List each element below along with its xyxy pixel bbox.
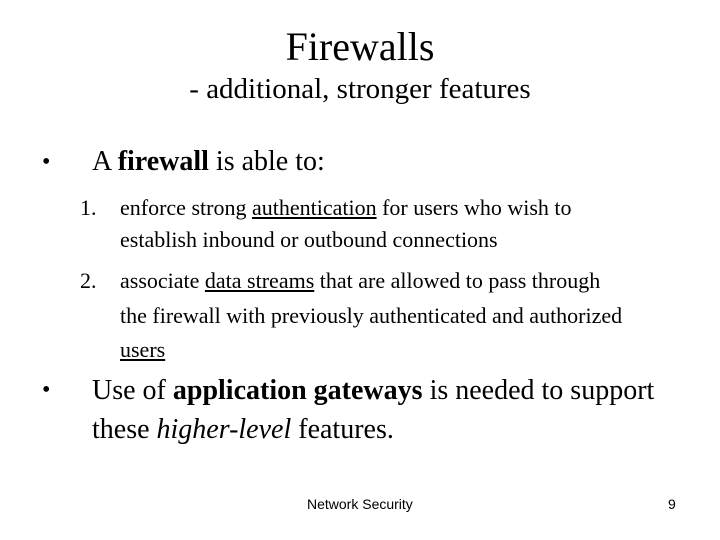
emphasis-higher-level: higher-level — [156, 414, 292, 445]
text-run: is needed to support — [422, 375, 655, 406]
slide-title: Firewalls — [285, 24, 435, 69]
bullet-icon: • — [42, 149, 51, 175]
bullet-text: these higher-level features. — [92, 414, 394, 446]
text-run: the firewall with previously authenticat… — [120, 303, 623, 328]
item-line: users — [120, 337, 165, 363]
text-run: Use of — [92, 375, 173, 406]
footer-text: Network Security — [307, 496, 413, 512]
slide-subtitle: - additional, stronger features — [189, 73, 531, 105]
emphasis-firewall: firewall — [117, 146, 209, 177]
page-number: 9 — [668, 496, 676, 512]
text-run: features. — [291, 414, 394, 445]
item-line: establish inbound or outbound connection… — [120, 227, 498, 253]
item-number: 1. — [80, 195, 97, 220]
text-run: establish inbound or outbound connection… — [120, 227, 498, 252]
text-run: is able to: — [208, 146, 325, 177]
underlined-users: users — [120, 337, 166, 362]
text-run: associate — [120, 268, 205, 293]
bullet-icon: • — [42, 377, 51, 403]
underlined-authentication: authentication — [251, 195, 377, 220]
text-run: for users who wish to — [376, 195, 572, 220]
bullet-text: Use of application gateways is needed to… — [92, 375, 654, 407]
text-run: enforce strong — [120, 195, 252, 220]
item-line: associate data streams that are allowed … — [120, 268, 600, 294]
item-number: 2. — [80, 268, 97, 293]
text-run: these — [92, 414, 157, 445]
item-line: the firewall with previously authenticat… — [120, 303, 622, 329]
bullet-text: A firewall is able to: — [92, 146, 325, 178]
text-run: A — [92, 146, 118, 177]
text-run: that are allowed to pass through — [314, 268, 601, 293]
emphasis-application-gateways: application gateways — [172, 375, 423, 406]
item-line: enforce strong authentication for users … — [120, 195, 572, 221]
underlined-data-streams: data streams — [204, 268, 315, 293]
